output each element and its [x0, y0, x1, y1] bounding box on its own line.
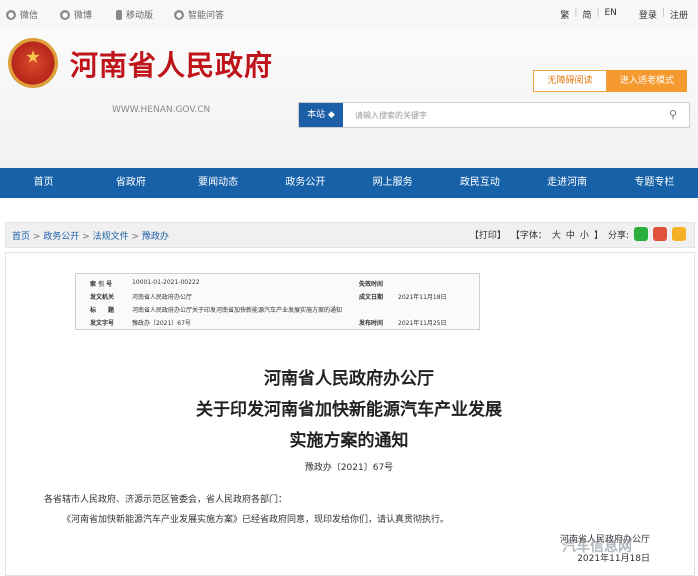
crumb-open-gov[interactable]: 政务公开	[43, 232, 79, 242]
mobile-link[interactable]: 移动版	[116, 8, 153, 21]
document-body: 《河南省加快新能源汽车产业发展实施方案》已经省政府同意，现印发给你们，请认真贯彻…	[62, 515, 450, 525]
nav-government[interactable]: 省政府	[87, 168, 174, 198]
watermark: 汽车信息网	[562, 539, 632, 555]
font-medium[interactable]: 中	[566, 228, 575, 241]
page-tools: 【打印】 【字体： 大 中 小 】 分享:	[470, 227, 686, 241]
nav-about-henan[interactable]: 走进河南	[524, 168, 611, 198]
main-nav: 首页 省政府 要闻动态 政务公开 网上服务 政民互动 走进河南 专题专栏	[0, 168, 698, 198]
nav-open-gov[interactable]: 政务公开	[262, 168, 349, 198]
document-metadata-table: 索 引 号 10001-01-2021-00222 失效时间 发文机关 河南省人…	[75, 273, 480, 330]
top-utility-bar: ● 微信 ● 微博 移动版 ● 智能问答 繁 | 简 | EN 登录 | 注册	[0, 0, 698, 29]
meta-written-date: 2021年11月18日	[398, 294, 447, 301]
wechat-icon: ●	[6, 9, 16, 20]
elder-mode-button[interactable]: 进入适老模式	[607, 70, 687, 92]
site-title[interactable]: 河南省人民政府	[70, 44, 273, 84]
breadcrumb: 首页 > 政务公开 > 法规文件 > 豫政办	[12, 232, 169, 242]
register-link[interactable]: 注册	[670, 8, 688, 21]
document-title-line3: 实施方案的通知	[289, 431, 409, 451]
document-number: 豫政办〔2021〕67号	[304, 463, 394, 473]
qzone-share-icon[interactable]	[672, 227, 686, 241]
crumb-home[interactable]: 首页	[12, 232, 30, 242]
lang-simplified[interactable]: 简	[582, 8, 591, 21]
document-addressee: 各省辖市人民政府、济源示范区管委会，省人民政府各部门：	[44, 495, 288, 505]
qa-link[interactable]: ● 智能问答	[174, 8, 224, 21]
top-right-links: 繁 | 简 | EN 登录 | 注册	[560, 8, 688, 21]
search-box: 本站 ◆ 请输入搜索的关键字 ⚲	[298, 102, 690, 128]
lang-english[interactable]: EN	[605, 8, 617, 21]
lang-traditional[interactable]: 繁	[560, 8, 569, 21]
weibo-link[interactable]: ● 微博	[60, 8, 92, 21]
meta-publish-date: 2021年11月25日	[398, 320, 447, 327]
document-title-line2: 关于印发河南省加快新能源汽车产业发展	[196, 400, 502, 420]
login-link[interactable]: 登录	[639, 8, 657, 21]
crumb-office[interactable]: 豫政办	[142, 232, 169, 242]
meta-index-number: 10001-01-2021-00222	[132, 279, 200, 286]
print-link[interactable]: 【打印】	[470, 228, 506, 241]
meta-title: 河南省人民政府办公厅关于印发河南省加快新能源汽车产业发展实施方案的通知	[132, 307, 343, 314]
wechat-link[interactable]: ● 微信	[6, 8, 38, 21]
nav-news[interactable]: 要闻动态	[175, 168, 262, 198]
national-emblem-icon	[8, 38, 58, 88]
share-label: 分享:	[607, 230, 629, 241]
nav-interaction[interactable]: 政民互动	[436, 168, 523, 198]
breadcrumb-bar: 首页 > 政务公开 > 法规文件 > 豫政办 【打印】 【字体： 大 中 小 】…	[5, 222, 695, 248]
crumb-regulations[interactable]: 法规文件	[93, 232, 129, 242]
nav-home[interactable]: 首页	[0, 168, 87, 198]
meta-doc-number: 豫政办〔2021〕67号	[132, 320, 191, 327]
nav-topics[interactable]: 专题专栏	[611, 168, 698, 198]
wechat-share-icon[interactable]	[634, 227, 648, 241]
font-label: 【字体：	[510, 230, 547, 241]
search-icon[interactable]: ⚲	[669, 108, 677, 121]
q-and-a-icon: ●	[174, 9, 184, 20]
accessible-reading-button[interactable]: 无障碍阅读	[533, 70, 607, 92]
weibo-icon: ●	[60, 9, 70, 20]
site-domain: WWW.HENAN.GOV.CN	[112, 105, 211, 115]
search-input[interactable]: 请输入搜索的关键字	[355, 110, 427, 121]
document-title-line1: 河南省人民政府办公厅	[264, 369, 434, 389]
weibo-share-icon[interactable]	[653, 227, 667, 241]
font-small[interactable]: 小	[580, 228, 589, 241]
font-large[interactable]: 大	[552, 228, 561, 241]
meta-issuing-org: 河南省人民政府办公厅	[132, 294, 193, 301]
nav-online-service[interactable]: 网上服务	[349, 168, 436, 198]
search-scope-select[interactable]: 本站 ◆	[299, 103, 343, 127]
mobile-icon	[116, 9, 122, 20]
